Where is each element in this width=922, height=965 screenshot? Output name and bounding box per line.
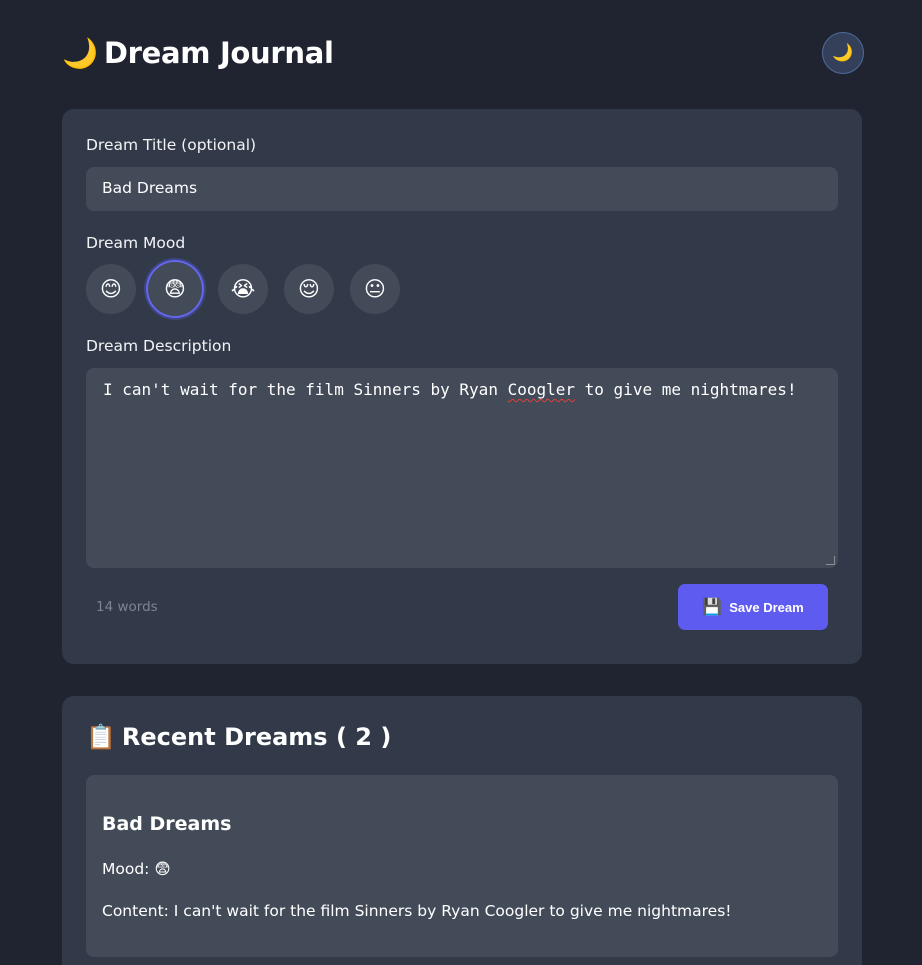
dream-journal-page: 🌙 Dream Journal 🌙 Dream Title (optional) … xyxy=(0,0,922,965)
mood-happy-button[interactable]: 😊 xyxy=(86,264,136,314)
clipboard-icon: 📋 xyxy=(86,723,116,751)
relieved-face-icon: 😌 xyxy=(298,277,320,301)
dream-entry-form: Dream Title (optional) Bad Dreams Dream … xyxy=(62,109,862,664)
floppy-disk-icon: 💾 xyxy=(702,599,723,616)
description-text: I can't wait for the film Sinners by Rya… xyxy=(103,380,508,399)
crying-face-icon: 😭 xyxy=(230,277,256,301)
resize-handle[interactable] xyxy=(826,556,835,565)
happy-face-icon: 😊 xyxy=(100,277,122,301)
mood-neutral-button[interactable]: 😐 xyxy=(350,264,400,314)
recent-dreams-section: 📋 Recent Dreams ( 2 ) Bad Dreams Mood: 😨 … xyxy=(62,696,862,965)
neutral-face-icon: 😐 xyxy=(364,277,386,301)
word-count: 14 words xyxy=(96,599,158,615)
dream-item-content: Content: I can't wait for the film Sinne… xyxy=(102,902,732,920)
page-title-text: Dream Journal xyxy=(103,36,334,70)
save-dream-label: Save Dream xyxy=(729,599,804,615)
fearful-face-icon: 😨 xyxy=(164,277,186,301)
dream-title-input[interactable]: Bad Dreams xyxy=(86,167,838,211)
mood-crying-button[interactable]: 😭 xyxy=(218,264,268,314)
header: 🌙 Dream Journal 🌙 xyxy=(62,32,864,76)
page-title: 🌙 Dream Journal xyxy=(62,36,334,71)
mood-relieved-button[interactable]: 😌 xyxy=(284,264,334,314)
description-text-end: to give me nightmares! xyxy=(575,380,797,399)
moon-icon: 🌙 xyxy=(832,43,854,63)
misspelled-word: Coogler xyxy=(507,380,576,399)
dream-list-item[interactable]: Bad Dreams Mood: 😨 Content: I can't wait… xyxy=(86,775,838,957)
recent-dreams-heading-text: Recent Dreams ( 2 ) xyxy=(121,723,392,751)
dream-description-textarea[interactable]: I can't wait for the film Sinners by Rya… xyxy=(86,368,838,568)
dream-item-title: Bad Dreams xyxy=(102,813,232,835)
dream-item-mood: Mood: 😨 xyxy=(102,860,171,878)
moon-icon: 🌙 xyxy=(62,36,98,70)
save-dream-button[interactable]: 💾 Save Dream xyxy=(678,584,828,630)
dream-description-label: Dream Description xyxy=(86,337,232,355)
mood-scared-button[interactable]: 😨 xyxy=(148,262,202,316)
recent-dreams-heading: 📋 Recent Dreams ( 2 ) xyxy=(86,723,391,751)
theme-toggle-button[interactable]: 🌙 xyxy=(822,32,864,74)
dream-title-label: Dream Title (optional) xyxy=(86,136,257,154)
dream-mood-label: Dream Mood xyxy=(86,234,186,252)
